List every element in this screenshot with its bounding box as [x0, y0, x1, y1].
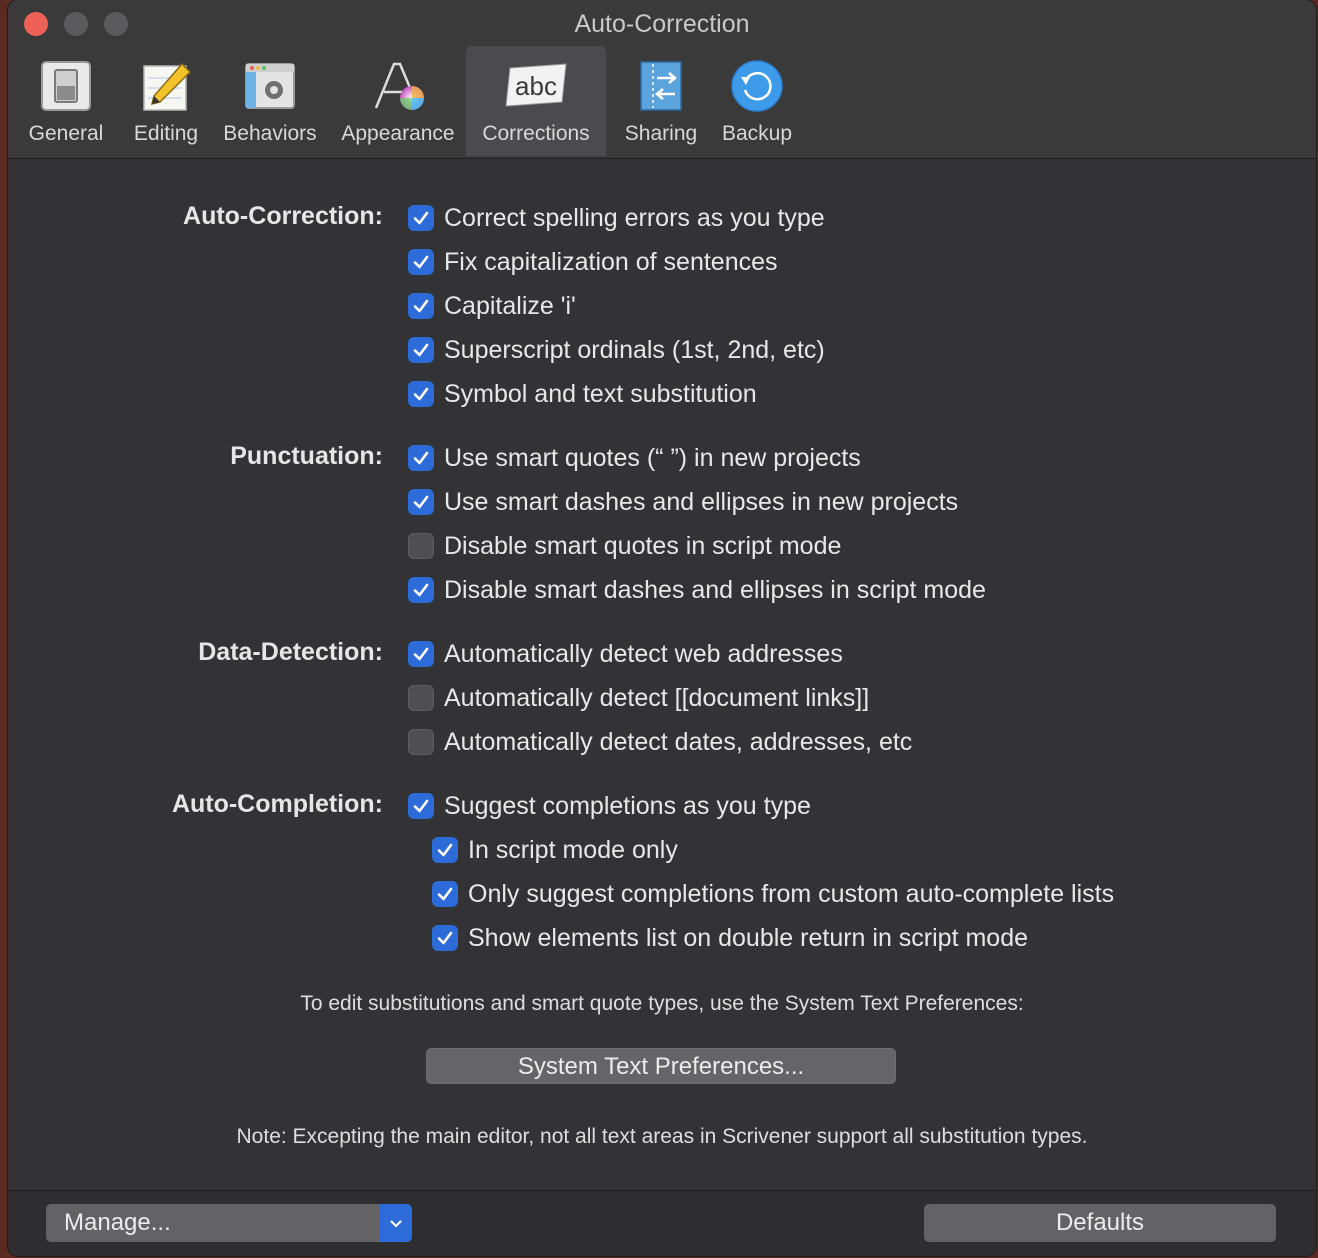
checkmark-icon	[413, 647, 429, 661]
option-custom-autocomplete-lists[interactable]: Only suggest completions from custom aut…	[432, 879, 1114, 909]
checkmark-icon	[413, 255, 429, 269]
tab-sharing-label: Sharing	[624, 122, 698, 145]
checkbox[interactable]	[408, 205, 434, 231]
option-label: Fix capitalization of sentences	[444, 247, 778, 276]
checkbox[interactable]	[408, 445, 434, 471]
note-text: Note: Excepting the main editor, not all…	[236, 1125, 1088, 1148]
option-label: Use smart quotes (“ ”) in new projects	[444, 443, 861, 472]
option-suggest-completions[interactable]: Suggest completions as you type	[408, 791, 811, 821]
option-label: Capitalize 'i'	[444, 291, 576, 320]
tab-corrections-label: Corrections	[482, 122, 590, 145]
option-label: Correct spelling errors as you type	[444, 203, 825, 232]
checkmark-icon	[413, 583, 429, 597]
defaults-button[interactable]: Defaults	[924, 1204, 1276, 1242]
checkmark-icon	[413, 387, 429, 401]
option-disable-smart-quotes-script[interactable]: Disable smart quotes in script mode	[408, 531, 841, 561]
tab-general[interactable]: General	[18, 46, 114, 156]
checkbox[interactable]	[408, 293, 434, 319]
manage-label: Manage...	[64, 1209, 171, 1236]
option-detect-document-links[interactable]: Automatically detect [[document links]]	[408, 683, 869, 713]
option-label: Show elements list on double return in s…	[468, 923, 1029, 952]
option-capitalize-i[interactable]: Capitalize 'i'	[408, 291, 576, 321]
tab-backup[interactable]: Backup	[712, 46, 802, 156]
option-correct-spelling[interactable]: Correct spelling errors as you type	[408, 203, 825, 233]
gear-window-icon	[245, 63, 295, 109]
option-label: Automatically detect [[document links]]	[444, 683, 870, 712]
checkbox[interactable]	[432, 925, 458, 951]
svg-text:abc: abc	[515, 71, 557, 101]
checkmark-icon	[413, 451, 429, 465]
backup-clock-icon	[731, 60, 783, 112]
option-label: Superscript ordinals (1st, 2nd, etc)	[444, 335, 825, 364]
data-detection-section-label: Data-Detection:	[198, 638, 383, 666]
checkmark-icon	[413, 799, 429, 813]
option-label: Suggest completions as you type	[444, 791, 811, 820]
option-superscript-ordinals[interactable]: Superscript ordinals (1st, 2nd, etc)	[408, 335, 825, 365]
option-detect-dates-addresses[interactable]: Automatically detect dates, addresses, e…	[408, 727, 912, 757]
checkmark-icon	[437, 931, 453, 945]
option-smart-quotes[interactable]: Use smart quotes (“ ”) in new projects	[408, 443, 861, 473]
option-label: Use smart dashes and ellipses in new pro…	[444, 487, 959, 516]
checkbox[interactable]	[408, 533, 434, 559]
abc-icon: abc	[505, 63, 567, 107]
option-elements-list-double-return[interactable]: Show elements list on double return in s…	[432, 923, 1028, 953]
chevron-down-icon[interactable]	[380, 1204, 412, 1242]
tab-corrections[interactable]: abc Corrections	[466, 46, 606, 156]
option-symbol-substitution[interactable]: Symbol and text substitution	[408, 379, 757, 409]
checkmark-icon	[413, 211, 429, 225]
checkbox[interactable]	[432, 881, 458, 907]
auto-correction-section-label: Auto-Correction:	[183, 202, 383, 230]
tab-sharing[interactable]: Sharing	[614, 46, 708, 156]
title-bar: Auto-Correction General Editing Behavior…	[8, 0, 1316, 159]
general-switch-icon	[41, 61, 91, 111]
checkbox[interactable]	[408, 337, 434, 363]
checkmark-icon	[413, 495, 429, 509]
tab-backup-label: Backup	[721, 122, 793, 145]
checkbox[interactable]	[408, 793, 434, 819]
checkbox[interactable]	[408, 381, 434, 407]
option-script-mode-only[interactable]: In script mode only	[432, 835, 678, 865]
footer-bar: Manage... Defaults	[8, 1190, 1316, 1256]
checkbox[interactable]	[408, 641, 434, 667]
tab-behaviors[interactable]: Behaviors	[214, 46, 326, 156]
option-detect-web-addresses[interactable]: Automatically detect web addresses	[408, 639, 843, 669]
tab-appearance[interactable]: Appearance	[332, 46, 464, 156]
checkbox[interactable]	[408, 729, 434, 755]
punctuation-section-label: Punctuation:	[230, 442, 383, 470]
option-label: Symbol and text substitution	[444, 379, 757, 408]
checkbox[interactable]	[408, 249, 434, 275]
tab-behaviors-label: Behaviors	[223, 122, 317, 145]
checkbox[interactable]	[408, 577, 434, 603]
system-text-preferences-button[interactable]: System Text Preferences...	[426, 1048, 896, 1084]
window-title: Auto-Correction	[574, 10, 750, 38]
tab-appearance-label: Appearance	[341, 122, 455, 145]
option-label: Disable smart quotes in script mode	[444, 531, 842, 560]
tab-editing[interactable]: Editing	[122, 46, 210, 156]
checkbox[interactable]	[432, 837, 458, 863]
tab-editing-label: Editing	[133, 122, 199, 145]
sharing-arrows-icon	[640, 61, 682, 111]
checkbox[interactable]	[408, 489, 434, 515]
auto-completion-section-label: Auto-Completion:	[171, 790, 383, 818]
corrections-pane: Auto-Correction: Correct spelling errors…	[8, 159, 1316, 1189]
checkmark-icon	[413, 343, 429, 357]
checkmark-icon	[437, 887, 453, 901]
option-smart-dashes[interactable]: Use smart dashes and ellipses in new pro…	[408, 487, 958, 517]
preferences-window: Auto-Correction General Editing Behavior…	[8, 0, 1316, 1256]
pencil-icon	[143, 62, 192, 111]
option-disable-smart-dashes-script[interactable]: Disable smart dashes and ellipses in scr…	[408, 575, 986, 605]
option-label: Disable smart dashes and ellipses in scr…	[444, 575, 986, 604]
checkmark-icon	[413, 299, 429, 313]
option-label: Automatically detect web addresses	[444, 639, 843, 668]
option-label: Automatically detect dates, addresses, e…	[444, 727, 913, 756]
substitutions-info-text: To edit substitutions and smart quote ty…	[300, 992, 1024, 1015]
checkmark-icon	[437, 843, 453, 857]
option-fix-capitalization[interactable]: Fix capitalization of sentences	[408, 247, 778, 277]
option-label: Only suggest completions from custom aut…	[468, 879, 1115, 908]
manage-popup-button[interactable]: Manage...	[46, 1204, 412, 1242]
tab-general-label: General	[28, 122, 104, 145]
option-label: In script mode only	[468, 835, 678, 864]
checkbox[interactable]	[408, 685, 434, 711]
font-color-icon	[374, 62, 424, 110]
